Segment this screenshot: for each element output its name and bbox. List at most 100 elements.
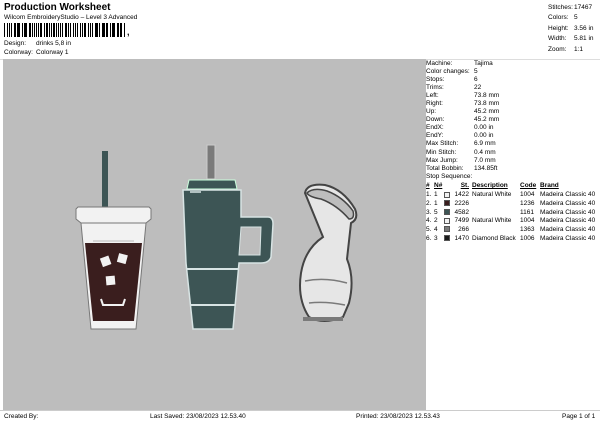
machine-info-value: 6: [474, 75, 478, 83]
row-brand: Madeira Classic 40: [540, 234, 596, 242]
machine-info-label: EndY:: [426, 132, 444, 140]
design-preview-canvas: [3, 59, 426, 410]
col-description: Description: [472, 182, 508, 190]
row-stitches: 2226: [454, 199, 469, 207]
machine-info-value: 7.0 mm: [474, 156, 496, 164]
col-code: Code: [520, 182, 537, 190]
design-stats: Stitches: 17467 Colors: 5 Height: 3.56 in W…: [548, 2, 598, 55]
machine-info-label: Up:: [426, 108, 437, 116]
barcode: [4, 23, 126, 37]
row-index: 1.: [426, 191, 432, 199]
machine-info-value: 22: [474, 83, 482, 91]
row-needle: 1: [434, 199, 438, 207]
row-description: Diamond Black: [472, 234, 516, 242]
row-needle: 1: [434, 191, 438, 199]
row-index: 4.: [426, 217, 432, 225]
machine-info-value: 45.2 mm: [474, 116, 500, 124]
machine-info-value: 45.2 mm: [474, 108, 500, 116]
machine-info-row: Down: 45.2 mm: [426, 116, 598, 124]
barcode-mark: ,: [127, 27, 130, 37]
created-by: Created By:: [4, 413, 39, 420]
machine-info-row: Max Jump: 7.0 mm: [426, 156, 598, 164]
col-needle: N#: [434, 182, 443, 190]
row-code: 1236: [520, 199, 535, 207]
stop-sequence-row: 3. 5 4582 1161 Madeira Classic 40: [426, 208, 598, 217]
page-title: Production Worksheet: [4, 2, 111, 13]
col-index: #: [426, 182, 430, 190]
machine-info-label: EndX:: [426, 124, 444, 132]
design-preview: [75, 144, 358, 330]
machine-info-value: 0.00 in: [474, 124, 494, 132]
design-label: Design:: [4, 40, 27, 47]
machine-info-row: Stops: 6: [426, 75, 598, 83]
stop-sequence-row: 4. 2 7499 Natural White 1004 Madeira Classic …: [426, 216, 598, 225]
row-index: 5.: [426, 225, 432, 233]
page-number: Page 1 of 1: [562, 413, 596, 420]
machine-info-label: Trims:: [426, 83, 444, 91]
machine-info-row: EndY: 0.00 in: [426, 132, 598, 140]
machine-info-label: Left:: [426, 91, 439, 99]
colorway-value: Colorway 1: [36, 49, 69, 56]
row-stitches: 266: [458, 225, 469, 233]
row-needle: 3: [434, 234, 438, 242]
machine-info-row: Min Stitch: 0.4 mm: [426, 148, 598, 156]
machine-info-label: Color changes:: [426, 67, 470, 75]
software-subtitle: Wilcom EmbroideryStudio – Level 3 Advanc…: [4, 14, 138, 21]
stat-label: Height:: [548, 24, 569, 32]
row-index: 3.: [426, 208, 432, 216]
machine-info-row: Trims: 22: [426, 83, 598, 91]
row-index: 2.: [426, 199, 432, 207]
machine-info-label: Max Stitch:: [426, 140, 459, 148]
col-brand: Brand: [540, 182, 559, 190]
design-value: drinks 5,8 in: [36, 40, 72, 47]
machine-info-label: Min Stitch:: [426, 148, 457, 156]
machine-info-value: 134.85ft: [474, 164, 498, 172]
machine-info-value: 73.8 mm: [474, 100, 500, 108]
machine-info-label: Total Bobbin:: [426, 164, 464, 172]
last-saved: Last Saved: 23/08/2023 12.53.40: [150, 413, 246, 420]
machine-info-row: Color changes: 5: [426, 67, 598, 75]
stat-row: Stitches: 17467: [548, 2, 598, 13]
printed-date: Printed: 23/08/2023 12.53.43: [356, 413, 440, 420]
stat-value: 5.81 in: [574, 35, 594, 43]
row-stitches: 7499: [454, 217, 469, 225]
stat-label: Zoom:: [548, 45, 567, 53]
row-description: Natural White: [472, 217, 512, 225]
machine-info-value: 73.8 mm: [474, 91, 500, 99]
row-code: 1004: [520, 217, 535, 225]
tumbler-embroidery: [182, 144, 274, 330]
row-code: 1006: [520, 234, 535, 242]
stat-value: 17467: [574, 3, 593, 11]
thread-color-swatch: [444, 235, 450, 242]
stop-sequence-row: 6. 3 1470 Diamond Black 1006 Madeira Classic …: [426, 234, 598, 243]
stat-label: Width:: [548, 35, 567, 43]
stat-label: Stitches:: [548, 3, 573, 11]
machine-info-label: Machine:: [426, 59, 453, 67]
machine-info-label: Right:: [426, 100, 443, 108]
row-stitches: 4582: [454, 208, 469, 216]
col-stitches: St.: [460, 182, 469, 190]
row-needle: 4: [434, 225, 438, 233]
stat-row: Zoom: 1:1: [548, 44, 598, 55]
stop-sequence-row: 1. 1 1422 Natural White 1004 Madeira Classic …: [426, 190, 598, 199]
row-needle: 5: [434, 208, 438, 216]
footer: Created By: Last Saved: 23/08/2023 12.53…: [0, 410, 600, 425]
machine-info-panel: Machine: Tajima Color changes: 5 Stops: 6 Trim…: [426, 59, 598, 242]
machine-info-value: Tajima: [474, 59, 493, 67]
stat-value: 5: [574, 14, 578, 22]
stat-label: Colors:: [548, 14, 569, 22]
row-brand: Madeira Classic 40: [540, 225, 596, 233]
stat-row: Colors: 5: [548, 13, 598, 24]
row-code: 1161: [520, 208, 534, 216]
stop-sequence-title: Stop Sequence:: [426, 173, 473, 181]
row-index: 6.: [426, 234, 432, 242]
stop-sequence-header: # N# St. Description Code Brand: [426, 181, 598, 190]
row-brand: Madeira Classic 40: [540, 217, 596, 225]
stat-row: Height: 3.56 in: [548, 23, 598, 34]
machine-info-label: Down:: [426, 116, 445, 124]
stat-row: Width: 5.81 in: [548, 34, 598, 45]
machine-info-row: Up: 45.2 mm: [426, 108, 598, 116]
machine-info-row: Max Stitch: 6.9 mm: [426, 140, 598, 148]
thread-color-swatch: [444, 191, 450, 198]
machine-info-row: Machine: Tajima: [426, 59, 598, 67]
